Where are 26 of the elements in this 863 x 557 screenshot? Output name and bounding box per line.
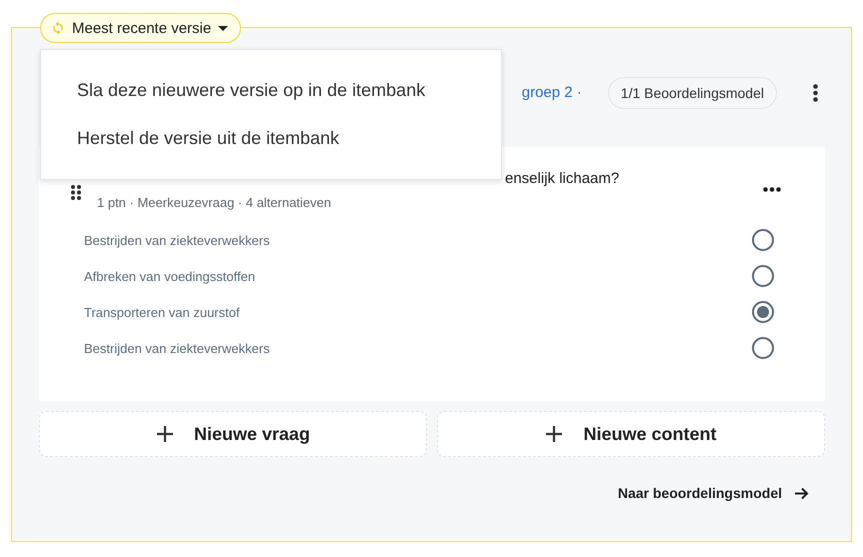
radio-button[interactable] [752,301,774,323]
menu-item[interactable]: Sla deze nieuwere versie op in de itembank [41,66,501,114]
plus-icon [545,425,564,443]
add-button[interactable]: Nieuwe vraag [39,411,427,457]
rubric-badge[interactable]: 1/1 Beoordelingsmodel [608,76,777,108]
arrow-right-icon [794,486,809,500]
answer-option: Bestrijden van ziekteverwekkers [84,340,270,356]
add-button[interactable]: Nieuwe content [437,411,825,457]
radio-button[interactable] [752,229,774,251]
question-text: enselijk lichaam? [505,169,620,189]
more-options-icon[interactable] [763,187,781,192]
sync-icon [51,21,65,35]
answer-option: Afbreken van voedingsstoffen [84,268,256,284]
menu-item[interactable]: Herstel de versie uit de itembank [41,114,501,162]
question-meta: 1 ptn · Meerkeuzevraag · 4 alternatieven [97,195,332,210]
answer-option: Transporteren van zuurstof [84,304,240,320]
version-dropdown[interactable]: Meest recente versie [40,13,242,43]
drag-handle-icon[interactable] [71,185,81,200]
rubric-link[interactable]: Naar beoordelingsmodel [618,485,809,501]
more-options-icon[interactable] [813,84,818,102]
answer-option: Bestrijden van ziekteverwekkers [84,232,270,248]
radio-button[interactable] [752,265,774,287]
caret-icon [218,26,228,30]
radio-button[interactable] [752,337,774,359]
breadcrumb-link[interactable]: groep 2 · [522,84,582,101]
plus-icon [156,425,174,443]
